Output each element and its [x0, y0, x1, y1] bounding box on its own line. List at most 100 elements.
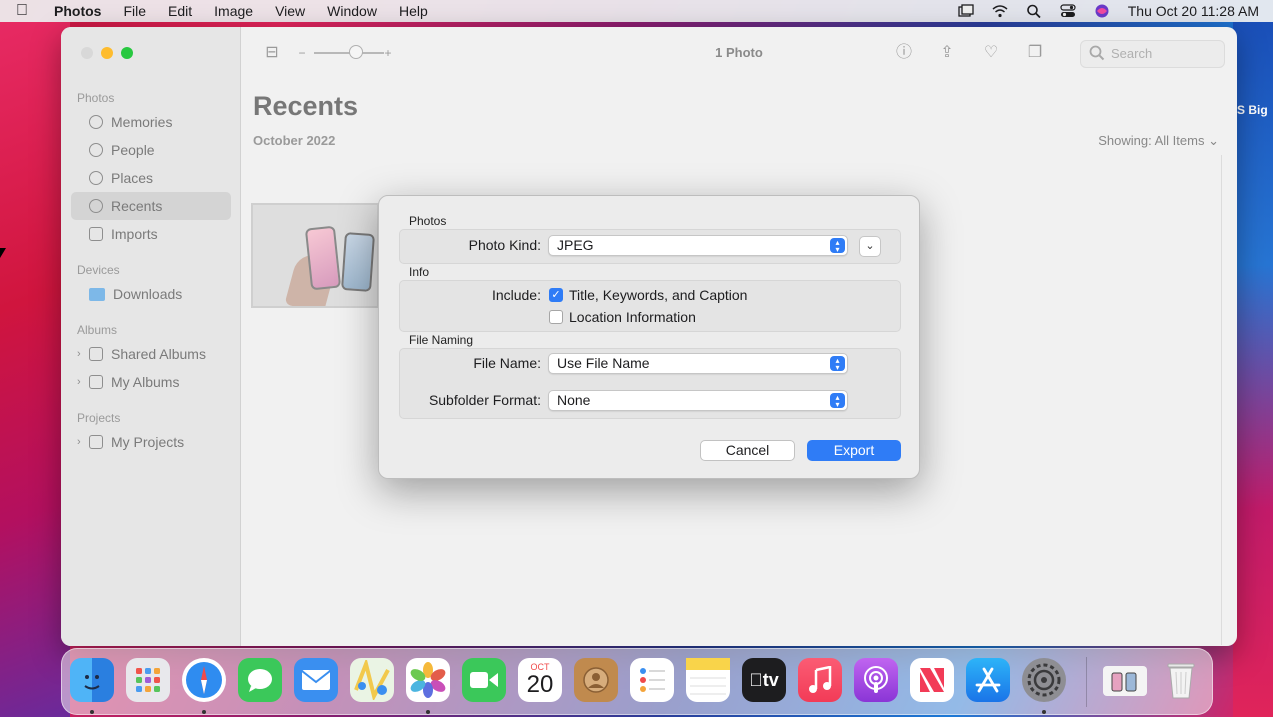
location-info-label[interactable]: Location Information: [569, 309, 696, 325]
apple-tv-icon[interactable]: tv: [742, 658, 786, 702]
reminders-icon[interactable]: [630, 658, 674, 702]
screen-mirroring-icon[interactable]: [958, 4, 974, 18]
podcasts-icon[interactable]: [854, 658, 898, 702]
shared-album-icon: [89, 347, 103, 361]
menu-bar:  Photos File Edit Image View Window Hel…: [0, 0, 1273, 22]
facetime-icon[interactable]: [462, 658, 506, 702]
album-icon: [89, 375, 103, 389]
contacts-icon[interactable]: [574, 658, 618, 702]
sidebar-item-places[interactable]: Places: [71, 164, 231, 192]
sidebar-section-projects: Projects: [77, 411, 121, 425]
photo-kind-value: JPEG: [557, 237, 594, 253]
sidebar-item-recents[interactable]: Recents: [71, 192, 231, 220]
sidebar-section-photos: Photos: [77, 91, 115, 105]
share-icon[interactable]: ⇪: [936, 42, 958, 64]
sidebar-item-label: Shared Albums: [111, 346, 206, 362]
photo-thumbnail[interactable]: [251, 203, 379, 308]
wallpaper-right: [1233, 22, 1273, 717]
window-close-button[interactable]: [81, 47, 93, 59]
sidebar-item-label: My Projects: [111, 434, 185, 450]
sidebar-item-downloads[interactable]: Downloads: [71, 280, 231, 308]
spotlight-search-icon[interactable]: [1026, 4, 1042, 19]
menu-window[interactable]: Window: [327, 3, 377, 19]
dock-separator: [1086, 657, 1087, 707]
popup-stepper-icon: ▴ ▾: [830, 238, 845, 254]
sidebar-item-label: Downloads: [113, 286, 183, 302]
sidebar-item-my-projects[interactable]: › My Projects: [71, 428, 231, 456]
app-store-icon[interactable]: [966, 658, 1010, 702]
window-zoom-button[interactable]: [121, 47, 133, 59]
menu-edit[interactable]: Edit: [168, 3, 192, 19]
places-pin-icon: [89, 171, 103, 185]
favorite-heart-icon[interactable]: ♡: [980, 42, 1002, 64]
section-file-naming: File Naming: [409, 333, 474, 347]
sidebar-item-my-albums[interactable]: › My Albums: [71, 368, 231, 396]
running-indicator: [1042, 710, 1046, 714]
title-keywords-checkbox[interactable]: ✓: [549, 288, 563, 302]
window-minimize-button[interactable]: [101, 47, 113, 59]
launchpad-icon[interactable]: [126, 658, 170, 702]
menu-file[interactable]: File: [123, 3, 146, 19]
file-name-label: File Name:: [473, 355, 541, 371]
location-info-checkbox[interactable]: [549, 310, 563, 324]
file-name-value: Use File Name: [557, 355, 650, 371]
cancel-button[interactable]: Cancel: [700, 440, 795, 461]
mouse-cursor-icon: [0, 248, 6, 258]
sidebar: Photos Memories People Places Recents Im…: [61, 27, 241, 646]
siri-icon[interactable]: [1094, 4, 1110, 18]
showing-filter-label: Showing: All Items: [1098, 133, 1205, 148]
subfolder-format-label: Subfolder Format:: [428, 392, 541, 408]
content-divider: [1221, 155, 1222, 645]
file-name-popup[interactable]: Use File Name ▴ ▾: [548, 353, 848, 374]
subfolder-format-popup[interactable]: None ▴ ▾: [548, 390, 848, 411]
menu-help[interactable]: Help: [399, 3, 428, 19]
menubar-clock[interactable]: Thu Oct 20 11:28 AM: [1128, 3, 1259, 19]
menu-app-name[interactable]: Photos: [54, 3, 101, 19]
safari-icon[interactable]: [182, 658, 226, 702]
section-photos: Photos: [409, 214, 447, 228]
sidebar-item-imports[interactable]: Imports: [71, 220, 231, 248]
mail-icon[interactable]: [294, 658, 338, 702]
running-indicator: [90, 710, 94, 714]
apple-menu-icon[interactable]: : [16, 2, 36, 20]
expand-options-button[interactable]: ⌄: [859, 236, 881, 257]
title-keywords-label[interactable]: Title, Keywords, and Caption: [569, 287, 747, 303]
photo-kind-popup[interactable]: JPEG ▴ ▾: [548, 235, 848, 256]
system-preferences-icon[interactable]: [1022, 658, 1066, 702]
sidebar-item-shared-albums[interactable]: › Shared Albums: [71, 340, 231, 368]
date-heading: October 2022: [253, 133, 336, 148]
sidebar-section-devices: Devices: [77, 263, 120, 277]
menu-image[interactable]: Image: [214, 3, 253, 19]
disclosure-chevron-icon[interactable]: ›: [77, 436, 81, 448]
export-button[interactable]: Export: [807, 440, 901, 461]
calendar-icon[interactable]: OCT 20: [518, 658, 562, 702]
sidebar-section-albums: Albums: [77, 323, 118, 337]
finder-icon[interactable]: [70, 658, 114, 702]
sidebar-item-people[interactable]: People: [71, 136, 231, 164]
search-icon: [1089, 45, 1105, 66]
info-icon[interactable]: ⓘ: [893, 42, 915, 64]
tv-label: tv: [749, 669, 779, 690]
popup-stepper-icon: ▴ ▾: [830, 356, 845, 372]
toolbar: ⊟ − + 1 Photo ⓘ ⇪ ♡ ❐ Search: [241, 27, 1237, 79]
sidebar-item-memories[interactable]: Memories: [71, 108, 231, 136]
control-center-icon[interactable]: [1060, 4, 1076, 18]
section-info: Info: [409, 265, 430, 279]
disclosure-chevron-icon[interactable]: ›: [77, 348, 81, 360]
music-icon[interactable]: [798, 658, 842, 702]
showing-filter[interactable]: Showing: All Items ⌄: [1098, 133, 1219, 149]
wifi-icon[interactable]: [992, 4, 1008, 18]
photos-app-icon[interactable]: [406, 658, 450, 702]
memories-icon: [89, 115, 103, 129]
news-icon[interactable]: [910, 658, 954, 702]
notes-icon[interactable]: [686, 658, 730, 702]
messages-icon[interactable]: [238, 658, 282, 702]
running-indicator: [426, 710, 430, 714]
trash-icon[interactable]: [1159, 658, 1203, 702]
maps-icon[interactable]: [350, 658, 394, 702]
rotate-icon[interactable]: ❐: [1024, 42, 1046, 64]
wallpaper-text: S Big: [1237, 103, 1268, 117]
menu-view[interactable]: View: [275, 3, 305, 19]
downloads-stack-icon[interactable]: [1103, 666, 1147, 696]
disclosure-chevron-icon[interactable]: ›: [77, 376, 81, 388]
